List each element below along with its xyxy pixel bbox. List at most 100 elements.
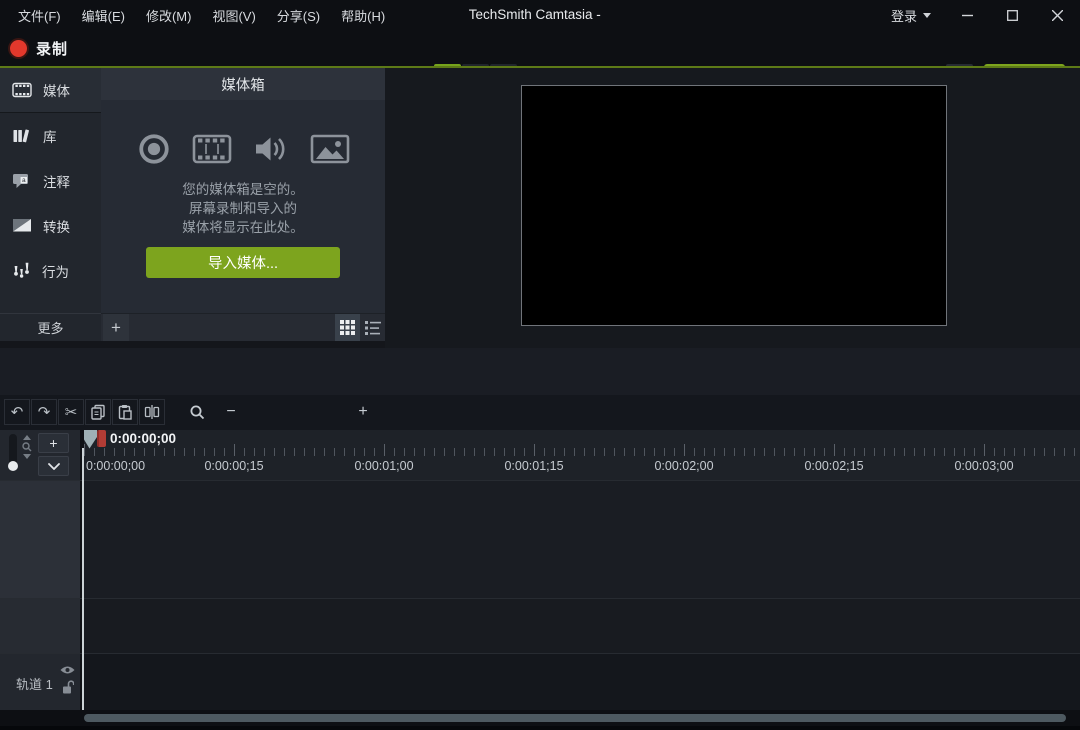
sidebar-item-behaviors[interactable]: 行为 (0, 248, 101, 293)
timeline-zoom-button[interactable] (184, 399, 210, 425)
playhead-line[interactable] (82, 448, 84, 710)
recording-icon (137, 132, 171, 166)
grid-view-button[interactable] (335, 314, 360, 341)
timeline-zoom-in-button[interactable]: + (350, 399, 376, 425)
menu-help[interactable]: 帮助(H) (337, 4, 389, 27)
ruler-tick (694, 448, 695, 456)
media-type-icons (101, 132, 385, 166)
playhead-flag[interactable] (84, 430, 98, 449)
menu-file[interactable]: 文件(F) (14, 4, 65, 27)
ruler-tick (674, 448, 675, 456)
paste-icon (117, 404, 133, 420)
ruler-tick (894, 448, 895, 456)
timeline-zoom-out-button[interactable]: − (218, 399, 244, 425)
track-header-empty (0, 480, 80, 598)
ruler-tick (624, 448, 625, 456)
ruler-tick (994, 448, 995, 456)
ruler-tick (574, 448, 575, 456)
split-button[interactable] (139, 399, 165, 425)
copy-button[interactable] (85, 399, 111, 425)
cut-button[interactable]: ✂ (58, 399, 84, 425)
sidebar-item-media[interactable]: 媒体 (0, 68, 101, 113)
ruler-tick (1064, 448, 1065, 456)
ruler-tick (834, 444, 835, 456)
close-icon (1052, 10, 1063, 21)
increase-icon[interactable] (23, 435, 31, 440)
ruler-tick (734, 448, 735, 456)
login-button[interactable]: 登录 (877, 6, 945, 25)
ruler-tick (304, 448, 305, 456)
timeline-ruler[interactable]: 0:00:00;00 0:00:00;000:00:00;150:00:01;0… (84, 430, 1080, 480)
record-button[interactable]: 录制 (10, 30, 68, 66)
track-header-spacer (0, 598, 80, 653)
playhead-out-handle[interactable] (97, 430, 106, 447)
close-button[interactable] (1035, 0, 1080, 30)
books-icon (12, 128, 32, 144)
ruler-tick (854, 448, 855, 456)
scrollbar-thumb[interactable] (84, 714, 1066, 722)
menu-share[interactable]: 分享(S) (273, 4, 324, 27)
add-track-button[interactable]: + (38, 433, 69, 453)
ruler-tick (254, 448, 255, 456)
ruler-tick (634, 448, 635, 456)
ruler-tick (1074, 448, 1075, 456)
import-media-button[interactable]: 导入媒体... (146, 247, 340, 278)
ruler-tick (554, 448, 555, 456)
ruler-tick (864, 448, 865, 456)
playhead-time: 0:00:00;00 (110, 431, 176, 446)
eye-icon[interactable] (60, 665, 75, 675)
menu-view[interactable]: 视图(V) (208, 4, 259, 27)
redo-button[interactable]: ↷ (31, 399, 57, 425)
ruler-tick (1034, 448, 1035, 456)
magnifier-icon (22, 442, 32, 452)
ruler-tick (384, 444, 385, 456)
sidebar-item-annotations[interactable]: a 注释 (0, 158, 101, 203)
ruler-tick (934, 448, 935, 456)
audio-icon (253, 134, 289, 164)
minimize-button[interactable] (945, 0, 990, 30)
list-view-button[interactable] (360, 314, 385, 341)
scissors-icon: ✂ (65, 403, 78, 421)
menu-list: 文件(F) 编辑(E) 修改(M) 视图(V) 分享(S) 帮助(H) (0, 4, 389, 27)
sidebar: 媒体 库 a 注释 转换 (0, 68, 101, 341)
menu-modify[interactable]: 修改(M) (142, 4, 196, 27)
ruler-label: 0:00:02;15 (804, 459, 863, 473)
paste-button[interactable] (112, 399, 138, 425)
timeline-empty-lane[interactable] (84, 480, 1080, 598)
ruler-tick (224, 448, 225, 456)
ruler-tick (684, 444, 685, 456)
ruler-tick (874, 448, 875, 456)
ruler-tick (204, 448, 205, 456)
ruler-tick (334, 448, 335, 456)
decrease-icon[interactable] (23, 454, 31, 459)
undo-button[interactable]: ↶ (4, 399, 30, 425)
collapse-tracks-button[interactable] (38, 456, 69, 476)
ruler-tick (104, 448, 105, 456)
ruler-tick (144, 448, 145, 456)
ruler-tick (114, 448, 115, 456)
plus-icon: + (358, 403, 367, 421)
menu-edit[interactable]: 编辑(E) (78, 4, 129, 27)
preview-stage[interactable] (521, 85, 947, 326)
ruler-tick (324, 448, 325, 456)
filmstrip-icon (12, 82, 32, 98)
empty-line: 您的媒体箱是空的。 (101, 180, 385, 199)
maximize-button[interactable] (990, 0, 1035, 30)
add-media-button[interactable]: + (103, 314, 129, 341)
ruler-tick (1044, 448, 1045, 456)
timeline-spacer-lane[interactable] (84, 598, 1080, 653)
track-height-slider-handle[interactable] (8, 461, 18, 471)
media-bin-footer: + (101, 313, 385, 341)
sidebar-item-library[interactable]: 库 (0, 113, 101, 158)
track1-lane[interactable] (84, 653, 1080, 710)
ruler-tick (394, 448, 395, 456)
bottom-strip (0, 726, 1080, 730)
svg-text:a: a (22, 177, 26, 184)
sidebar-more-button[interactable]: 更多 (0, 313, 101, 341)
ruler-tick (84, 444, 85, 456)
sidebar-item-transitions[interactable]: 转换 (0, 203, 101, 248)
unlock-icon[interactable] (62, 680, 74, 694)
annotation-icon: a (12, 173, 32, 189)
ruler-tick (704, 448, 705, 456)
ruler-tick (644, 448, 645, 456)
